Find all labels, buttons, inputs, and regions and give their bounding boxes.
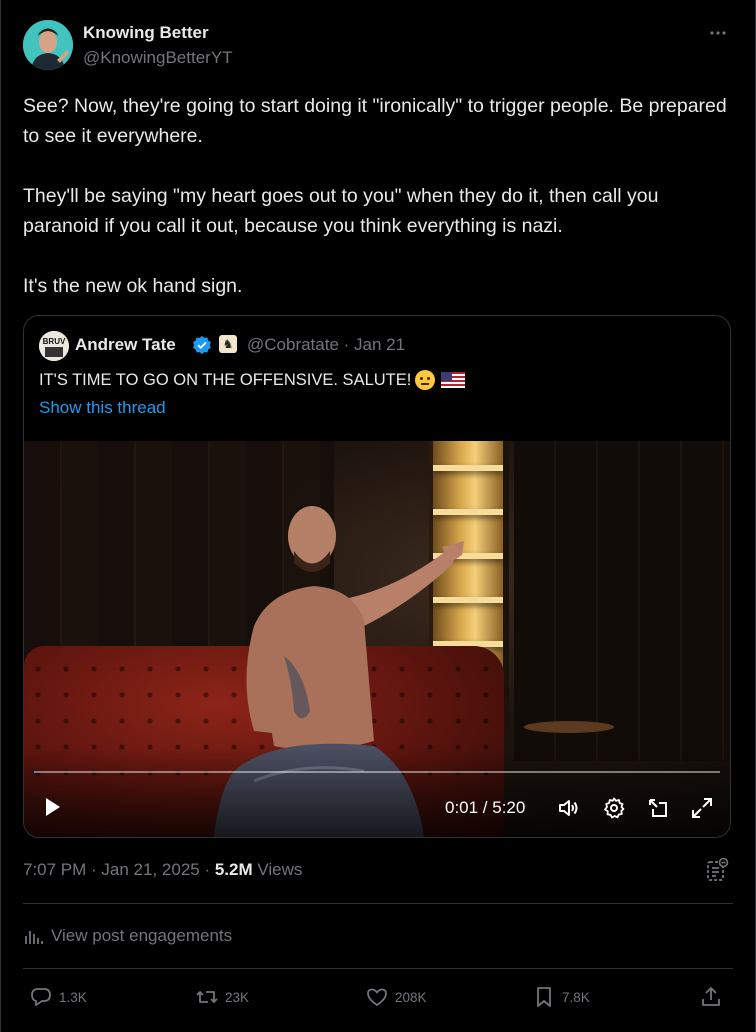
- grok-analyze-icon[interactable]: [705, 857, 729, 883]
- tweet-paragraph: It's the new ok hand sign.: [23, 275, 243, 297]
- video-progress-fill: [34, 771, 37, 773]
- reply-button[interactable]: 1.3K: [29, 985, 87, 1009]
- bookmark-count: 7.8K: [562, 989, 590, 1005]
- repost-button[interactable]: 23K: [195, 985, 249, 1009]
- views-count: 5.2M: [214, 860, 253, 879]
- quoted-text: IT'S TIME TO GO ON THE OFFENSIVE. SALUTE…: [39, 370, 466, 390]
- repost-count: 23K: [225, 989, 250, 1005]
- like-count: 208K: [395, 989, 427, 1005]
- play-icon[interactable]: [40, 795, 64, 819]
- analytics-icon: [25, 931, 43, 944]
- quoted-text-body: IT'S TIME TO GO ON THE OFFENSIVE. SALUTE…: [39, 370, 412, 389]
- picture-in-picture-icon[interactable]: [646, 796, 670, 820]
- video-scene-table: [524, 721, 614, 733]
- video-progress-bar[interactable]: [34, 771, 720, 773]
- video-scene-wall-right: [514, 441, 730, 761]
- tweet-paragraph: They'll be saying "my heart goes out to …: [23, 185, 659, 237]
- bookmark-button[interactable]: 7.8K: [532, 985, 590, 1009]
- tweet-text: See? Now, they're going to start doing i…: [23, 91, 733, 301]
- author-avatar[interactable]: [23, 20, 73, 70]
- repost-icon: [196, 991, 218, 1003]
- show-thread-link[interactable]: Show this thread: [39, 398, 166, 418]
- settings-gear-icon[interactable]: [602, 796, 626, 820]
- quoted-handle-date[interactable]: @Cobratate · Jan 21: [247, 335, 405, 355]
- share-button[interactable]: [699, 985, 723, 1009]
- post-container: Knowing Better @KnowingBetterYT See? Now…: [0, 0, 756, 1032]
- fullscreen-icon[interactable]: [690, 796, 714, 820]
- quoted-author-name[interactable]: Andrew Tate: [75, 335, 176, 355]
- reply-count: 1.3K: [59, 989, 87, 1005]
- post-timestamp[interactable]: 7:07 PM · Jan 21, 2025 ·: [23, 860, 215, 879]
- author-name[interactable]: Knowing Better: [83, 23, 209, 43]
- saluting-face-emoji-icon: [415, 370, 436, 390]
- divider: [23, 968, 733, 969]
- post-meta: 7:07 PM · Jan 21, 2025 · 5.2M Views: [23, 860, 302, 880]
- view-engagements-link[interactable]: View post engagements: [23, 926, 232, 946]
- reply-icon: [31, 988, 51, 1006]
- quoted-author-avatar[interactable]: BRUV: [39, 331, 69, 361]
- like-button[interactable]: 208K: [365, 985, 427, 1009]
- verified-badge-icon: [193, 335, 211, 355]
- tweet-paragraph: See? Now, they're going to start doing i…: [23, 95, 727, 147]
- video-time: 0:01 / 5:20: [445, 798, 526, 817]
- author-handle[interactable]: @KnowingBetterYT: [83, 48, 233, 68]
- quoted-post-card[interactable]: BRUV Andrew Tate ♞ @Cobratate · Jan 21 I…: [23, 315, 731, 838]
- view-engagements-label: View post engagements: [51, 926, 233, 945]
- divider: [23, 903, 733, 904]
- video-player[interactable]: 0:01 / 5:20: [24, 441, 730, 837]
- action-bar: 1.3K 23K 208K 7.8K: [23, 985, 735, 1013]
- more-horizontal-icon[interactable]: [707, 22, 729, 44]
- us-flag-emoji-icon: [441, 372, 466, 388]
- views-label: Views: [252, 860, 303, 879]
- volume-icon[interactable]: [556, 796, 580, 820]
- affiliate-badge-icon: ♞: [219, 335, 237, 353]
- share-icon: [702, 987, 720, 1006]
- bookmark-icon: [537, 987, 551, 1007]
- quoted-avatar-text: BRUV: [43, 337, 66, 346]
- heart-icon: [367, 988, 387, 1006]
